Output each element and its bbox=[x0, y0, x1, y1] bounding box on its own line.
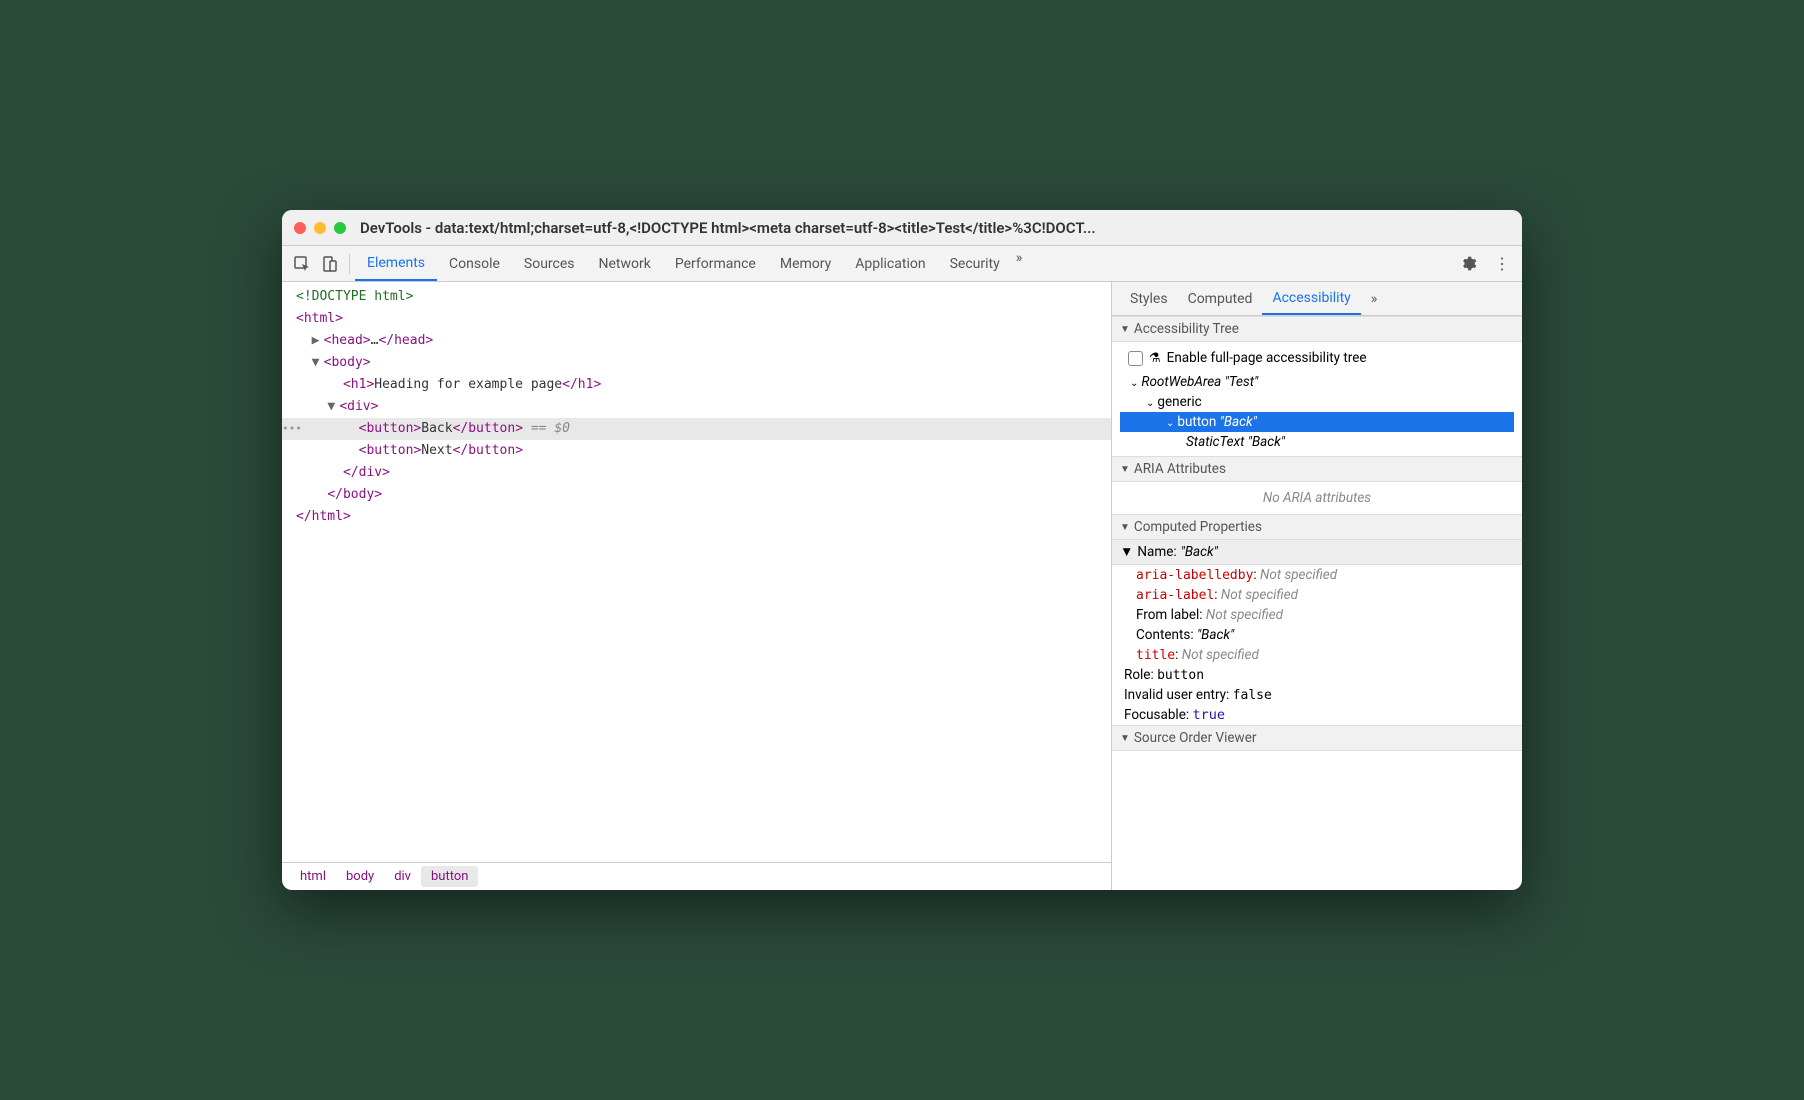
tab-elements[interactable]: Elements bbox=[355, 246, 437, 281]
more-tabs-icon[interactable]: » bbox=[1012, 246, 1027, 281]
computed-name-row[interactable]: ▼Name: "Back" bbox=[1112, 540, 1522, 565]
prop-aria-labelledby: aria-labelledby: Not specified bbox=[1112, 565, 1522, 585]
dom-doctype[interactable]: <!DOCTYPE html> bbox=[282, 286, 1111, 308]
tab-memory[interactable]: Memory bbox=[768, 246, 843, 281]
aria-attributes-header[interactable]: ▼ARIA Attributes bbox=[1112, 456, 1522, 482]
crumb-button[interactable]: button bbox=[421, 866, 478, 887]
sidebar-tabs: Styles Computed Accessibility » bbox=[1112, 282, 1522, 316]
separator bbox=[349, 254, 350, 274]
collapse-icon[interactable]: ▼ bbox=[312, 352, 324, 374]
aria-empty-message: No ARIA attributes bbox=[1112, 482, 1522, 514]
tab-security[interactable]: Security bbox=[938, 246, 1012, 281]
dom-body-open[interactable]: ▼<body> bbox=[282, 352, 1111, 374]
tab-console[interactable]: Console bbox=[437, 246, 512, 281]
collapse-icon[interactable]: ▼ bbox=[327, 396, 339, 418]
prop-title: title: Not specified bbox=[1112, 645, 1522, 665]
dom-html-open[interactable]: <html> bbox=[282, 308, 1111, 330]
checkbox-icon[interactable] bbox=[1128, 351, 1143, 366]
traffic-lights bbox=[294, 222, 346, 234]
accessibility-panel: ▼Accessibility Tree ⚗ Enable full-page a… bbox=[1112, 316, 1522, 890]
dom-body-close[interactable]: </body> bbox=[282, 484, 1111, 506]
subtab-styles[interactable]: Styles bbox=[1120, 282, 1178, 315]
tree-root[interactable]: ⌄RootWebArea "Test" bbox=[1120, 372, 1514, 392]
elements-panel: <!DOCTYPE html> <html> ▶<head>…</head> ▼… bbox=[282, 282, 1112, 890]
tab-sources[interactable]: Sources bbox=[512, 246, 587, 281]
tab-network[interactable]: Network bbox=[587, 246, 663, 281]
prop-role: Role: button bbox=[1112, 665, 1522, 685]
prop-invalid: Invalid user entry: false bbox=[1112, 685, 1522, 705]
close-icon[interactable] bbox=[294, 222, 306, 234]
crumb-div[interactable]: div bbox=[384, 866, 421, 887]
prop-from-label: From label: Not specified bbox=[1112, 605, 1522, 625]
devtools-window: DevTools - data:text/html;charset=utf-8,… bbox=[282, 210, 1522, 890]
a11y-tree-header[interactable]: ▼Accessibility Tree bbox=[1112, 316, 1522, 342]
minimize-icon[interactable] bbox=[314, 222, 326, 234]
computed-properties-header[interactable]: ▼Computed Properties bbox=[1112, 514, 1522, 540]
settings-icon[interactable] bbox=[1454, 250, 1482, 278]
tab-performance[interactable]: Performance bbox=[663, 246, 768, 281]
dom-h1[interactable]: <h1>Heading for example page</h1> bbox=[282, 374, 1111, 396]
sidebar-panel: Styles Computed Accessibility » ▼Accessi… bbox=[1112, 282, 1522, 890]
tree-generic[interactable]: ⌄generic bbox=[1120, 392, 1514, 412]
tab-application[interactable]: Application bbox=[843, 246, 937, 281]
breadcrumb: html body div button bbox=[282, 862, 1111, 890]
prop-aria-label: aria-label: Not specified bbox=[1112, 585, 1522, 605]
subtab-accessibility[interactable]: Accessibility bbox=[1262, 282, 1360, 315]
flask-icon: ⚗ bbox=[1149, 351, 1161, 366]
tree-button[interactable]: ⌄button "Back" bbox=[1120, 412, 1514, 432]
dom-button-back[interactable]: ••• <button>Back</button> == $0 bbox=[282, 418, 1111, 440]
dom-tree[interactable]: <!DOCTYPE html> <html> ▶<head>…</head> ▼… bbox=[282, 282, 1111, 862]
enable-full-page-tree-label: Enable full-page accessibility tree bbox=[1167, 350, 1367, 366]
expand-icon[interactable]: ▶ bbox=[312, 330, 324, 352]
tree-statictext[interactable]: StaticText "Back" bbox=[1120, 432, 1514, 452]
dom-div-close[interactable]: </div> bbox=[282, 462, 1111, 484]
subtab-computed[interactable]: Computed bbox=[1178, 282, 1263, 315]
main-tabs: Elements Console Sources Network Perform… bbox=[355, 246, 1026, 281]
prop-contents: Contents: "Back" bbox=[1112, 625, 1522, 645]
source-order-header[interactable]: ▼Source Order Viewer bbox=[1112, 725, 1522, 751]
window-title: DevTools - data:text/html;charset=utf-8,… bbox=[360, 219, 1510, 237]
maximize-icon[interactable] bbox=[334, 222, 346, 234]
crumb-body[interactable]: body bbox=[336, 866, 384, 887]
dom-div-open[interactable]: ▼<div> bbox=[282, 396, 1111, 418]
more-menu-icon[interactable]: ⋮ bbox=[1488, 250, 1516, 278]
more-subtabs-icon[interactable]: » bbox=[1367, 287, 1382, 311]
titlebar: DevTools - data:text/html;charset=utf-8,… bbox=[282, 210, 1522, 246]
dom-head[interactable]: ▶<head>…</head> bbox=[282, 330, 1111, 352]
crumb-html[interactable]: html bbox=[290, 866, 336, 887]
prop-focusable: Focusable: true bbox=[1112, 705, 1522, 725]
device-toggle-icon[interactable] bbox=[316, 250, 344, 278]
content-area: <!DOCTYPE html> <html> ▶<head>…</head> ▼… bbox=[282, 282, 1522, 890]
dom-button-next[interactable]: <button>Next</button> bbox=[282, 440, 1111, 462]
main-toolbar: Elements Console Sources Network Perform… bbox=[282, 246, 1522, 282]
inspect-icon[interactable] bbox=[288, 250, 316, 278]
dom-html-close[interactable]: </html> bbox=[282, 506, 1111, 528]
enable-full-page-tree-row[interactable]: ⚗ Enable full-page accessibility tree bbox=[1120, 346, 1514, 372]
